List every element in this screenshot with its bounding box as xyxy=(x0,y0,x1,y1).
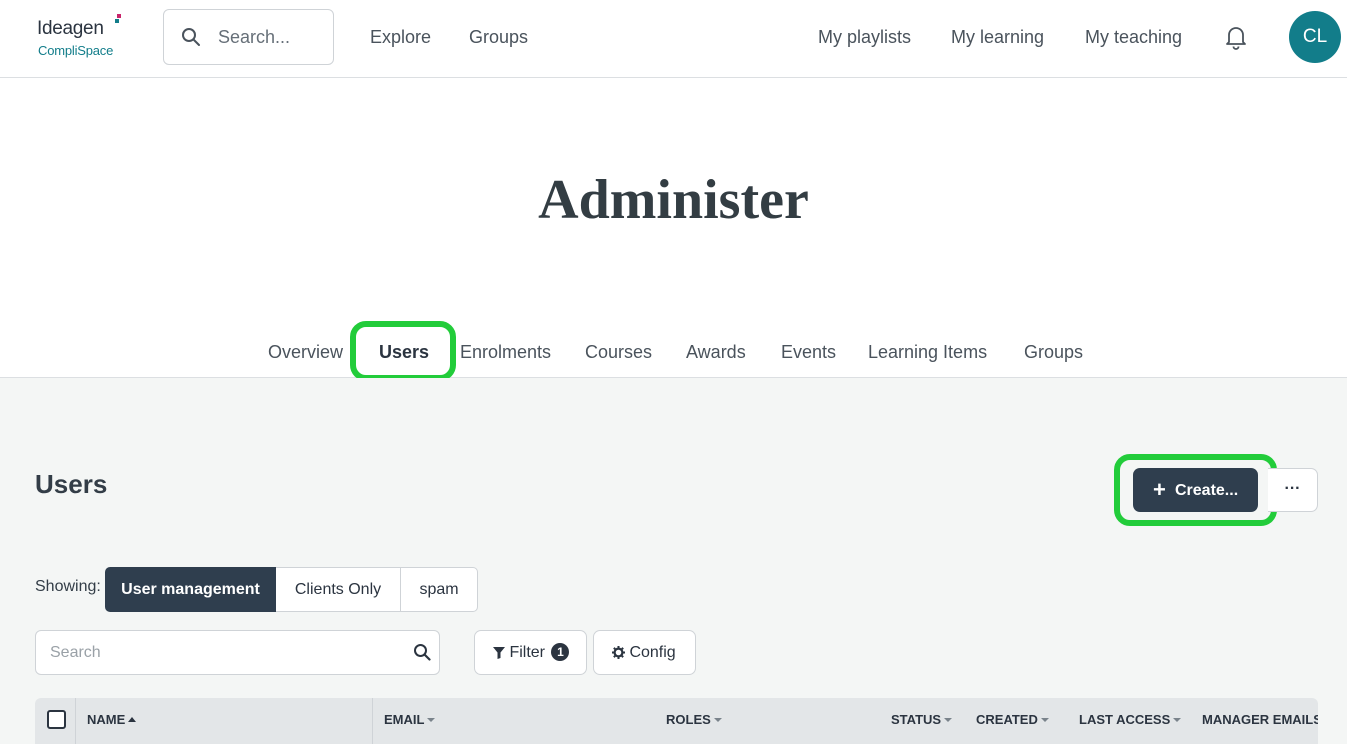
user-avatar[interactable]: CL xyxy=(1289,11,1341,63)
search-icon xyxy=(182,28,200,46)
page-title: Administer xyxy=(538,169,809,231)
tab-enrolments[interactable]: Enrolments xyxy=(460,342,551,363)
tab-groups[interactable]: Groups xyxy=(1024,342,1083,363)
column-header-manager-emails[interactable]: MANAGER EMAILS xyxy=(1202,712,1318,727)
view-clients-only[interactable]: Clients Only xyxy=(276,567,401,612)
sort-icon xyxy=(1040,718,1049,722)
column-header-status[interactable]: STATUS xyxy=(891,712,953,727)
tab-awards[interactable]: Awards xyxy=(686,342,746,363)
column-divider xyxy=(75,698,76,744)
users-search-input[interactable]: Search xyxy=(35,630,440,675)
logo-mark-icon xyxy=(115,14,121,23)
search-icon xyxy=(414,644,431,661)
tab-events[interactable]: Events xyxy=(781,342,836,363)
admin-tabs: Overview Users Enrolments Courses Awards… xyxy=(0,330,1347,378)
users-tab-highlight xyxy=(350,321,456,381)
global-search-input[interactable]: Search... xyxy=(163,9,334,65)
filter-icon xyxy=(493,647,505,659)
config-button-label: Config xyxy=(629,644,676,661)
nav-my-teaching-link[interactable]: My teaching xyxy=(1085,27,1182,48)
users-table-header: NAME EMAIL ROLES STATUS CREATED LAST ACC… xyxy=(35,698,1318,744)
users-section-title: Users xyxy=(35,469,108,499)
filter-button[interactable]: Filter 1 xyxy=(474,630,587,675)
global-search-placeholder: Search... xyxy=(218,27,291,47)
more-options-button[interactable]: ··· xyxy=(1268,468,1318,512)
bell-icon[interactable] xyxy=(1224,24,1248,50)
sort-ascending-icon xyxy=(128,717,137,722)
ideagen-complispace-logo[interactable]: Ideagen CompliSpace xyxy=(37,14,137,64)
column-header-email[interactable]: EMAIL xyxy=(384,712,436,727)
tab-overview[interactable]: Overview xyxy=(268,342,343,363)
gear-icon xyxy=(612,646,625,659)
filter-button-label: Filter xyxy=(509,644,546,661)
nav-my-playlists-link[interactable]: My playlists xyxy=(818,27,911,48)
sort-icon xyxy=(944,718,953,722)
column-header-name[interactable]: NAME xyxy=(87,712,137,727)
tab-learning-items[interactable]: Learning Items xyxy=(868,342,987,363)
view-spam[interactable]: spam xyxy=(400,567,478,612)
nav-groups-link[interactable]: Groups xyxy=(469,27,528,48)
column-header-last-access[interactable]: LAST ACCESS xyxy=(1079,712,1182,727)
view-user-management[interactable]: User management xyxy=(105,567,276,612)
users-content-area xyxy=(0,378,1347,744)
sort-icon xyxy=(713,718,722,722)
tab-courses[interactable]: Courses xyxy=(585,342,652,363)
nav-explore-link[interactable]: Explore xyxy=(370,27,431,48)
column-header-roles[interactable]: ROLES xyxy=(666,712,722,727)
nav-my-learning-link[interactable]: My learning xyxy=(951,27,1044,48)
sort-icon xyxy=(1173,718,1182,722)
column-header-created[interactable]: CREATED xyxy=(976,712,1049,727)
top-navigation-bar: Ideagen CompliSpace Search... Explore Gr… xyxy=(0,0,1347,78)
users-search-placeholder: Search xyxy=(50,644,101,661)
config-button[interactable]: Config xyxy=(593,630,696,675)
showing-label: Showing: xyxy=(35,578,101,595)
select-all-checkbox[interactable] xyxy=(47,710,66,729)
sort-icon xyxy=(427,718,436,722)
logo-name-bottom: CompliSpace xyxy=(38,43,114,58)
create-button-highlight xyxy=(1114,454,1277,526)
column-divider xyxy=(372,698,373,744)
logo-name-top: Ideagen xyxy=(37,18,104,39)
filter-count-badge: 1 xyxy=(551,643,570,661)
